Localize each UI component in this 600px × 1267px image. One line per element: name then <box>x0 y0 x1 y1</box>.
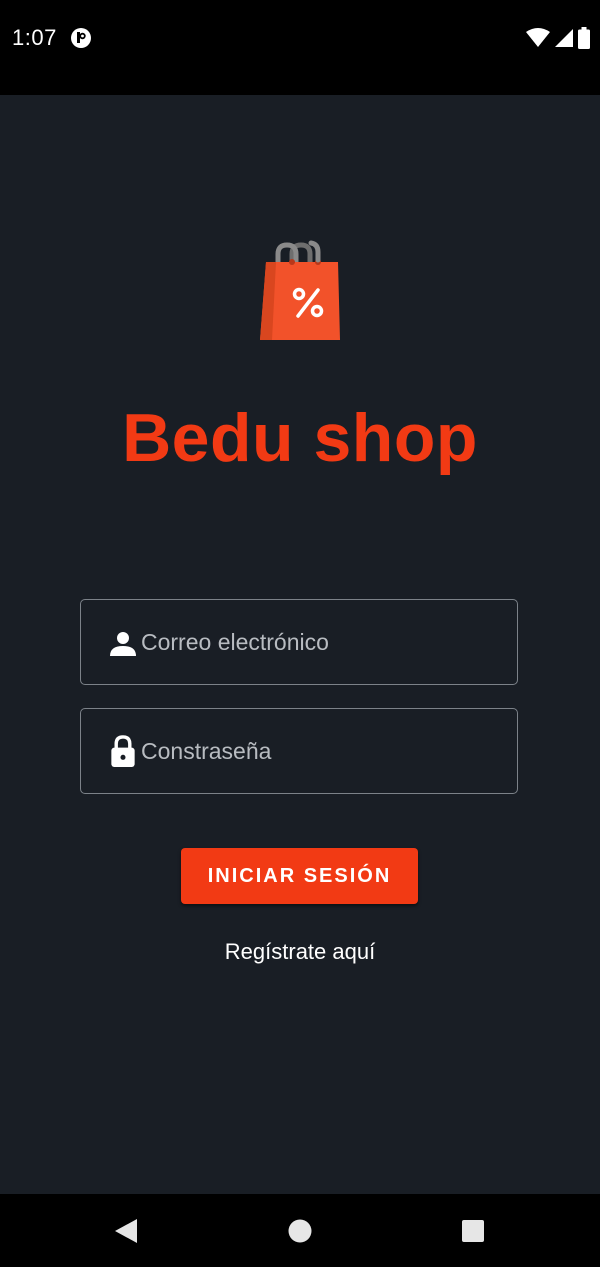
app-title: Bedu shop <box>122 400 478 476</box>
navigation-bar <box>0 1194 600 1267</box>
register-link[interactable]: Regístrate aquí <box>0 939 600 965</box>
home-icon[interactable] <box>285 1216 315 1246</box>
status-time: 1:07 <box>12 25 57 50</box>
shopping-bag-percent-icon <box>260 240 340 340</box>
recents-icon[interactable] <box>458 1216 488 1246</box>
login-screen: Bedu shop INICIAR SESIÓN Regístrate aquí <box>0 95 600 1194</box>
login-button[interactable]: INICIAR SESIÓN <box>181 848 418 904</box>
app-notification-icon <box>71 28 91 48</box>
back-icon[interactable] <box>111 1216 141 1246</box>
wifi-icon <box>526 28 550 47</box>
person-icon <box>110 632 136 656</box>
lock-icon <box>111 735 135 768</box>
password-input[interactable] <box>141 709 501 793</box>
battery-icon <box>578 27 590 49</box>
email-field[interactable] <box>80 599 518 685</box>
email-input[interactable] <box>141 600 501 684</box>
app-screen: 1:07 Bedu shop Correo electrónico INICIA… <box>0 0 600 1267</box>
status-bar: 1:07 <box>0 0 600 95</box>
status-icons <box>526 26 590 50</box>
password-field[interactable] <box>80 708 518 794</box>
signal-icon <box>555 29 573 47</box>
